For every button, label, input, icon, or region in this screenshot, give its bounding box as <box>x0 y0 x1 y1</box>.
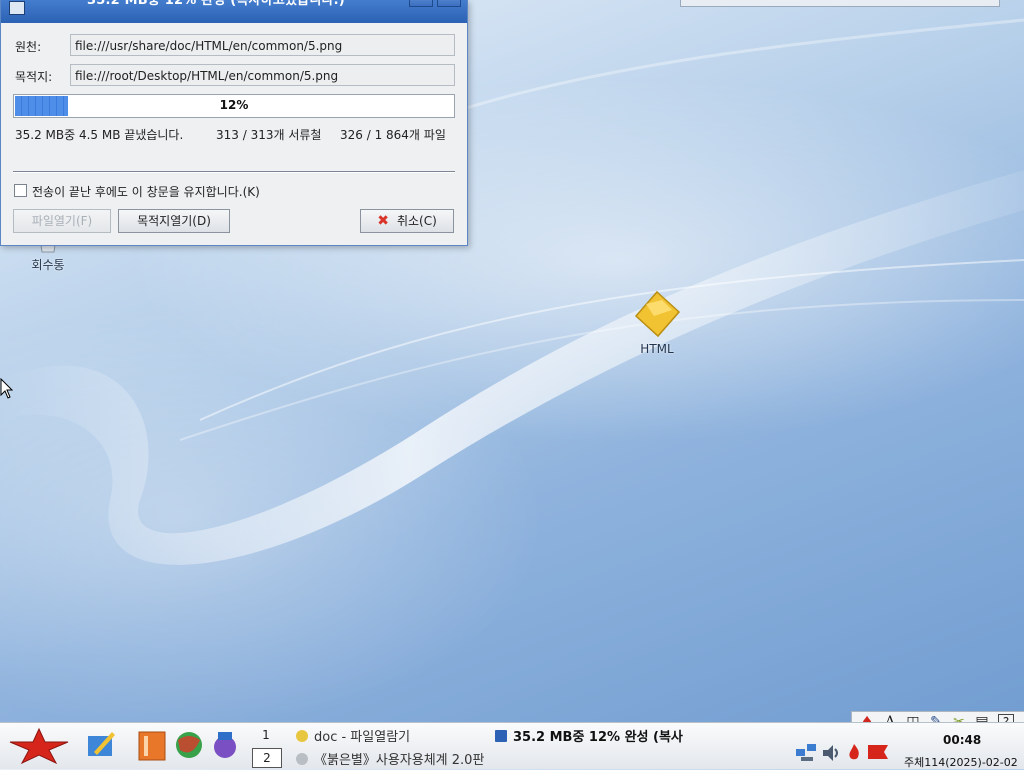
trash-label: 회수통 <box>31 258 65 272</box>
media-player-icon[interactable] <box>208 728 242 762</box>
cancel-icon: ✖ <box>377 213 389 229</box>
folder-icon <box>634 290 681 338</box>
start-menu-star-icon[interactable] <box>8 727 70 765</box>
html-folder-label: HTML <box>640 342 674 356</box>
floppy-small-icon <box>495 730 507 742</box>
size-status: 35.2 MB중 4.5 MB 끝냈습니다. <box>15 128 184 142</box>
files-status: 326 / 1 864개 파일 <box>340 128 446 142</box>
destination-label: 목적지: <box>15 70 53 84</box>
copy-progress-dialog: 35.2 MB중 12% 완성 (복사하고있습니다.) — ✕ 원천: file… <box>0 0 468 246</box>
close-button[interactable]: ✕ <box>437 0 461 7</box>
task-os-manual[interactable]: 《붉은별》사용자용체계 2.0판 <box>296 749 484 768</box>
dialog-titlebar[interactable]: 35.2 MB중 12% 완성 (복사하고있습니다.) — ✕ <box>1 0 467 23</box>
cancel-button[interactable]: ✖ 취소(C) <box>360 209 454 233</box>
browser-icon[interactable] <box>172 728 206 762</box>
clock[interactable]: 00:48 <box>943 733 981 747</box>
task-copy-progress-label: 35.2 MB중 12% 완성 (복사 <box>513 730 683 745</box>
cancel-label: 취소(C) <box>396 214 437 228</box>
document-small-icon <box>296 753 308 765</box>
source-label: 원천: <box>15 40 42 54</box>
volume-icon[interactable] <box>821 743 841 763</box>
dialog-separator <box>13 171 455 173</box>
desktop-html-folder[interactable]: HTML <box>624 290 690 356</box>
office-icon[interactable] <box>136 728 170 762</box>
destination-field: file:///root/Desktop/HTML/en/common/5.pn… <box>70 64 455 86</box>
workspace-2[interactable]: 2 <box>252 748 282 768</box>
minimize-button[interactable]: — <box>409 0 433 7</box>
task-file-browser-label: doc - 파일열람기 <box>314 730 411 745</box>
floppy-icon <box>9 1 25 15</box>
mouse-cursor-icon <box>0 378 14 399</box>
taskbar: 1 2 doc - 파일열람기 《붉은별》사용자용체계 2.0판 35.2 MB… <box>0 722 1024 769</box>
task-os-manual-label: 《붉은별》사용자용체계 2.0판 <box>314 753 485 768</box>
open-file-button[interactable]: 파일열기(F) <box>13 209 111 233</box>
text-editor-icon[interactable] <box>84 728 118 762</box>
folders-status: 313 / 313개 서류철 <box>216 128 322 142</box>
task-file-browser[interactable]: doc - 파일열람기 <box>296 726 410 745</box>
keep-open-label[interactable]: 전송이 끝난 후에도 이 창문을 유지합니다.(K) <box>32 183 260 200</box>
flag-icon[interactable] <box>866 743 890 763</box>
folder-small-icon <box>296 730 308 742</box>
flame-icon[interactable] <box>846 743 862 763</box>
network-icon[interactable] <box>795 743 817 763</box>
task-copy-progress[interactable]: 35.2 MB중 12% 완성 (복사 <box>495 726 683 745</box>
keep-open-checkbox[interactable] <box>14 184 27 197</box>
source-field: file:///usr/share/doc/HTML/en/common/5.p… <box>70 34 455 56</box>
background-window-edge <box>680 0 1000 7</box>
workspace-1[interactable]: 1 <box>252 727 280 743</box>
dialog-title: 35.2 MB중 12% 완성 (복사하고있습니다.) <box>87 0 345 8</box>
progress-percent: 12% <box>219 98 249 112</box>
open-destination-button[interactable]: 목적지열기(D) <box>118 209 230 233</box>
copy-progress-bar: 12% <box>13 94 455 118</box>
